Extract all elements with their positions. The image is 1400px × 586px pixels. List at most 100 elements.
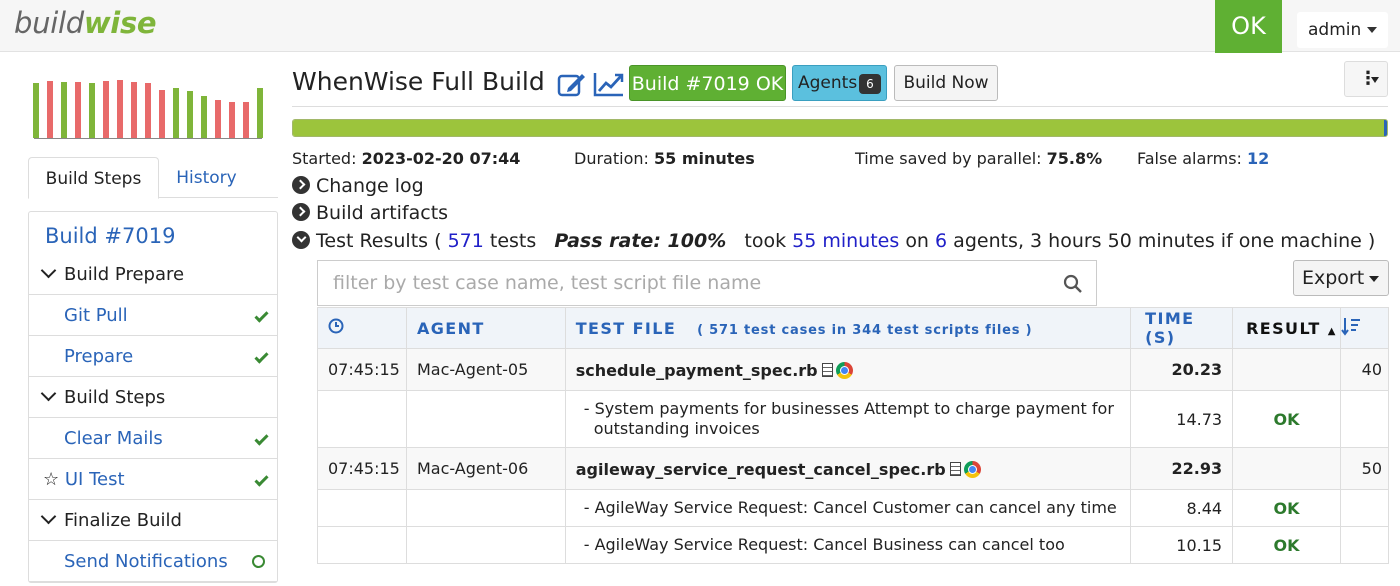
history-bar[interactable] (201, 96, 207, 138)
chrome-browser-icon (835, 362, 853, 379)
cell-time (317, 526, 407, 564)
sort-asc-icon: ▲ (1327, 325, 1337, 337)
history-bar[interactable] (257, 88, 263, 138)
more-options-button[interactable]: ⋮ (1344, 61, 1388, 97)
history-bar[interactable] (103, 81, 109, 138)
history-bar[interactable] (47, 81, 53, 138)
history-bar[interactable] (75, 82, 81, 138)
tab-history[interactable]: History (159, 157, 254, 199)
admin-label: admin (1308, 20, 1362, 40)
test-file-row[interactable]: 07:45:15 Mac-Agent-05 schedule_payment_spe… (317, 348, 1389, 391)
history-bar[interactable] (61, 82, 67, 138)
build-now-button[interactable]: Build Now (894, 65, 998, 101)
false-alarms-link[interactable]: 12 (1247, 149, 1269, 168)
agent-count-link[interactable]: 6 (935, 230, 947, 252)
cell-order: 50 (1340, 447, 1389, 490)
history-bar[interactable] (117, 80, 123, 138)
build-artifacts-toggle[interactable]: Build artifacts (292, 201, 448, 225)
step-label: Clear Mails (64, 428, 163, 449)
trend-chart-icon[interactable] (593, 70, 625, 98)
step-label: Git Pull (64, 305, 128, 326)
history-bar[interactable] (229, 102, 235, 138)
change-log-toggle[interactable]: Change log (292, 174, 424, 198)
test-case-row[interactable]: - AgileWay Service Request: Cancel Custo… (317, 489, 1389, 527)
caret-down-icon (1367, 27, 1377, 33)
cell-result: OK (1232, 489, 1342, 527)
agent-column-header[interactable]: AGENT (405, 307, 566, 349)
history-bar[interactable] (33, 83, 39, 138)
cell-name[interactable]: agileway_service_request_cancel_spec.rb (564, 447, 1132, 490)
page-title: WhenWise Full Build (292, 67, 545, 96)
history-bar[interactable] (145, 83, 151, 138)
result-column-header[interactable]: RESULT ▲ (1232, 307, 1342, 349)
cell-order (1340, 489, 1389, 527)
tests-count-link[interactable]: 571 (448, 230, 484, 252)
step-group[interactable]: Build Prepare (29, 254, 277, 295)
test-case-row[interactable]: - System payments for businesses Attempt… (317, 390, 1389, 448)
buildwise-logo[interactable]: buildwise (14, 6, 157, 40)
filter-placeholder: filter by test case name, test script fi… (333, 272, 762, 294)
time-column-header[interactable] (317, 307, 407, 349)
step-group[interactable]: Build Steps (29, 377, 277, 418)
cell-name[interactable]: - AgileWay Service Request: Cancel Busin… (564, 526, 1132, 564)
test-filter-input[interactable]: filter by test case name, test script fi… (317, 260, 1097, 306)
history-bar[interactable] (89, 83, 95, 138)
order-column-header[interactable] (1340, 307, 1389, 349)
cell-agent: Mac-Agent-05 (405, 348, 566, 391)
progress-end-marker (1384, 120, 1387, 136)
step-item[interactable]: Prepare (29, 336, 277, 377)
step-group[interactable]: Finalize Build (29, 500, 277, 541)
divider (292, 106, 1388, 107)
step-item[interactable]: Git Pull (29, 295, 277, 336)
cell-order: 40 (1340, 348, 1389, 391)
test-results-toggle[interactable]: Test Results ( 571 tests Pass rate: 100%… (292, 229, 1375, 253)
history-bar[interactable] (215, 100, 221, 138)
edit-icon[interactable] (556, 70, 588, 98)
search-icon[interactable] (1063, 274, 1082, 293)
history-bar[interactable] (131, 82, 137, 138)
export-label: Export (1302, 267, 1365, 289)
agents-button[interactable]: Agents 6 (792, 65, 887, 101)
step-item[interactable]: Clear Mails (29, 418, 277, 459)
cell-name[interactable]: schedule_payment_spec.rb (564, 348, 1132, 391)
build-status-badge[interactable]: Build #7019 OK (629, 65, 786, 101)
took-time-link[interactable]: 55 minutes (792, 230, 899, 252)
test-case-row[interactable]: - AgileWay Service Request: Cancel Busin… (317, 526, 1389, 564)
export-button[interactable]: Export (1293, 260, 1389, 296)
cell-name[interactable]: - AgileWay Service Request: Cancel Custo… (564, 489, 1132, 527)
false-alarms-info: False alarms: 12 (1137, 149, 1270, 168)
check-icon (254, 308, 269, 323)
started-info: Started: 2023-02-20 07:44 (292, 149, 521, 168)
cell-time: 07:45:15 (317, 348, 407, 391)
test-file-column-header[interactable]: TEST FILE ( 571 test cases in 344 test s… (564, 307, 1132, 349)
cell-result (1232, 447, 1342, 490)
star-icon[interactable]: ☆ (43, 469, 65, 490)
build-steps-panel: Build #7019 Build Prepare Git Pull Prepare… (28, 211, 278, 583)
check-icon (254, 472, 269, 487)
history-bar[interactable] (173, 88, 179, 138)
chevron-right-circle-icon (292, 203, 310, 221)
history-bar[interactable] (243, 102, 249, 138)
chevron-right-circle-icon (292, 176, 310, 194)
history-bar[interactable] (187, 91, 193, 138)
chevron-down-icon (40, 262, 57, 279)
caret-down-icon (1369, 276, 1379, 282)
cell-result: OK (1232, 390, 1342, 448)
build-number-link[interactable]: Build #7019 (45, 224, 175, 248)
duration-column-header[interactable]: TIME (S) (1130, 307, 1234, 349)
admin-user-menu[interactable]: admin (1297, 12, 1388, 48)
step-item[interactable]: ☆ UI Test (29, 459, 277, 500)
step-item[interactable]: Send Notifications (29, 541, 277, 582)
step-label: UI Test (64, 469, 125, 490)
history-bar[interactable] (159, 90, 165, 138)
test-file-row[interactable]: 07:45:15 Mac-Agent-06 agileway_service_req… (317, 447, 1389, 490)
tab-build-steps[interactable]: Build Steps (28, 157, 159, 199)
cell-agent (405, 390, 566, 448)
cell-name[interactable]: - System payments for businesses Attempt… (564, 390, 1132, 448)
script-file-icon[interactable] (821, 363, 833, 377)
script-file-icon[interactable] (949, 462, 961, 476)
cell-result (1232, 348, 1342, 391)
build-history-mini-chart[interactable] (33, 76, 263, 139)
chevron-down-icon (40, 385, 57, 402)
cell-result: OK (1232, 526, 1342, 564)
